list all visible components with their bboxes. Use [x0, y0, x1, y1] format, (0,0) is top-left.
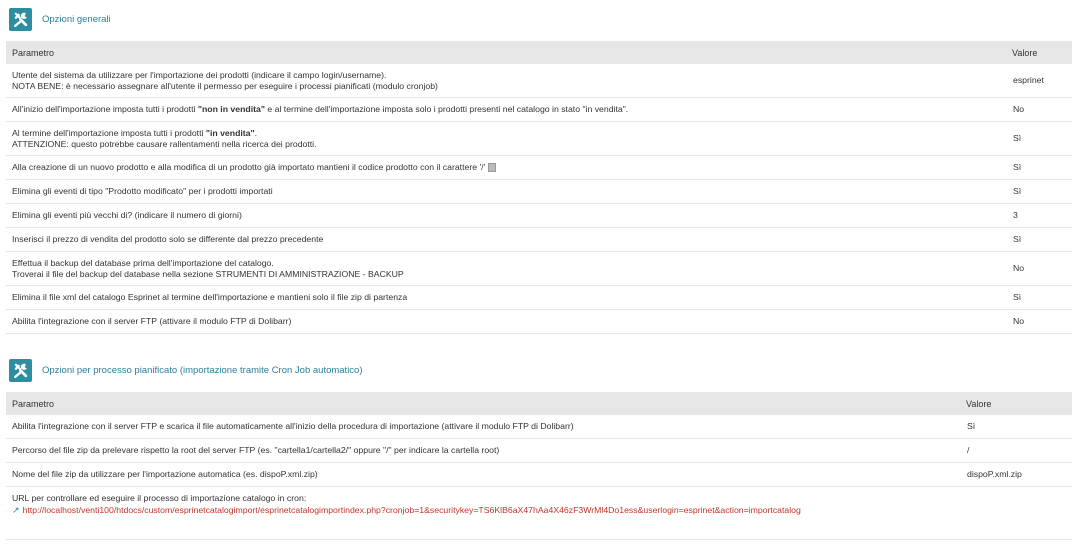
param-label: Elimina il file xml del catalogo Esprine… [6, 285, 1009, 310]
external-link-icon[interactable]: ↗ [12, 505, 20, 515]
column-header-value: Valore [1009, 41, 1072, 64]
param-value[interactable]: dispoP.xml.zip [963, 462, 1072, 487]
param-value[interactable]: Sì [1009, 179, 1072, 204]
table-row: Elimina gli eventi più vecchi di? (indic… [6, 203, 1072, 228]
table-row: Abilita l'integrazione con il server FTP… [6, 309, 1072, 334]
table-row: Nome del file zip da utilizzare per l'im… [6, 462, 1072, 487]
param-value[interactable]: Sì [1009, 155, 1072, 180]
table-row: Abilita l'integrazione con il server FTP… [6, 415, 1072, 439]
param-label: Percorso del file zip da prelevare rispe… [6, 438, 963, 463]
param-label: Effettua il backup del database prima de… [6, 251, 1009, 286]
param-value[interactable]: / [963, 438, 1072, 463]
param-value[interactable]: No [1009, 309, 1072, 334]
table-row: Inserisci il prezzo di vendita del prodo… [6, 227, 1072, 252]
cron-url-label: URL per controllare ed eseguire il proce… [12, 493, 307, 503]
column-header-value: Valore [963, 392, 1072, 415]
tools-icon [9, 359, 32, 382]
table-row: Percorso del file zip da prelevare rispe… [6, 438, 1072, 463]
param-label: Alla creazione di un nuovo prodotto e al… [6, 155, 1009, 180]
cron-url-cell: URL per controllare ed eseguire il proce… [6, 486, 1072, 540]
table-row: Alla creazione di un nuovo prodotto e al… [6, 155, 1072, 180]
param-value[interactable]: No [1009, 97, 1072, 122]
param-value[interactable]: No [1009, 251, 1072, 286]
param-label: Abilita l'integrazione con il server FTP… [6, 415, 963, 439]
param-value[interactable]: Sì [1009, 227, 1072, 252]
param-label: All'inizio dell'importazione imposta tut… [6, 97, 1009, 122]
param-label: Elimina gli eventi di tipo "Prodotto mod… [6, 179, 1009, 204]
tools-icon [9, 8, 32, 31]
table-row: Al termine dell'importazione imposta tut… [6, 121, 1072, 156]
param-value[interactable]: 3 [1009, 203, 1072, 228]
table-header: Parametro Valore [6, 392, 1072, 415]
column-header-parameter: Parametro [6, 41, 1009, 64]
section-general-title: Opzioni generali [42, 14, 111, 25]
table-row: Utente del sistema da utilizzare per l'i… [6, 64, 1072, 98]
general-options-table: Parametro Valore Utente del sistema da u… [6, 41, 1072, 334]
cron-url-link[interactable]: http://localhost/venti100/htdocs/custom/… [23, 505, 801, 515]
table-row: Effettua il backup del database prima de… [6, 251, 1072, 286]
param-label: Al termine dell'importazione imposta tut… [6, 121, 1009, 156]
param-value[interactable]: Sì [1009, 285, 1072, 310]
note-icon[interactable] [488, 163, 497, 173]
table-row: All'inizio dell'importazione imposta tut… [6, 97, 1072, 122]
param-value[interactable]: esprinet [1009, 64, 1072, 98]
column-header-parameter: Parametro [6, 392, 963, 415]
cron-url-row: URL per controllare ed eseguire il proce… [6, 486, 1072, 540]
table-row: Elimina il file xml del catalogo Esprine… [6, 285, 1072, 310]
param-value[interactable]: Sì [1009, 121, 1072, 156]
table-header: Parametro Valore [6, 41, 1072, 64]
cron-options-table: Parametro Valore Abilita l'integrazione … [6, 392, 1072, 540]
param-label: Elimina gli eventi più vecchi di? (indic… [6, 203, 1009, 228]
section-cron-title: Opzioni per processo pianificato (import… [42, 365, 363, 376]
param-label: Nome del file zip da utilizzare per l'im… [6, 462, 963, 487]
section-cron-header: Opzioni per processo pianificato (import… [9, 359, 363, 382]
param-value[interactable]: Sì [963, 415, 1072, 439]
param-label: Inserisci il prezzo di vendita del prodo… [6, 227, 1009, 252]
param-label: Utente del sistema da utilizzare per l'i… [6, 64, 1009, 98]
table-row: Elimina gli eventi di tipo "Prodotto mod… [6, 179, 1072, 204]
section-general-header: Opzioni generali [9, 8, 111, 31]
param-label: Abilita l'integrazione con il server FTP… [6, 309, 1009, 334]
